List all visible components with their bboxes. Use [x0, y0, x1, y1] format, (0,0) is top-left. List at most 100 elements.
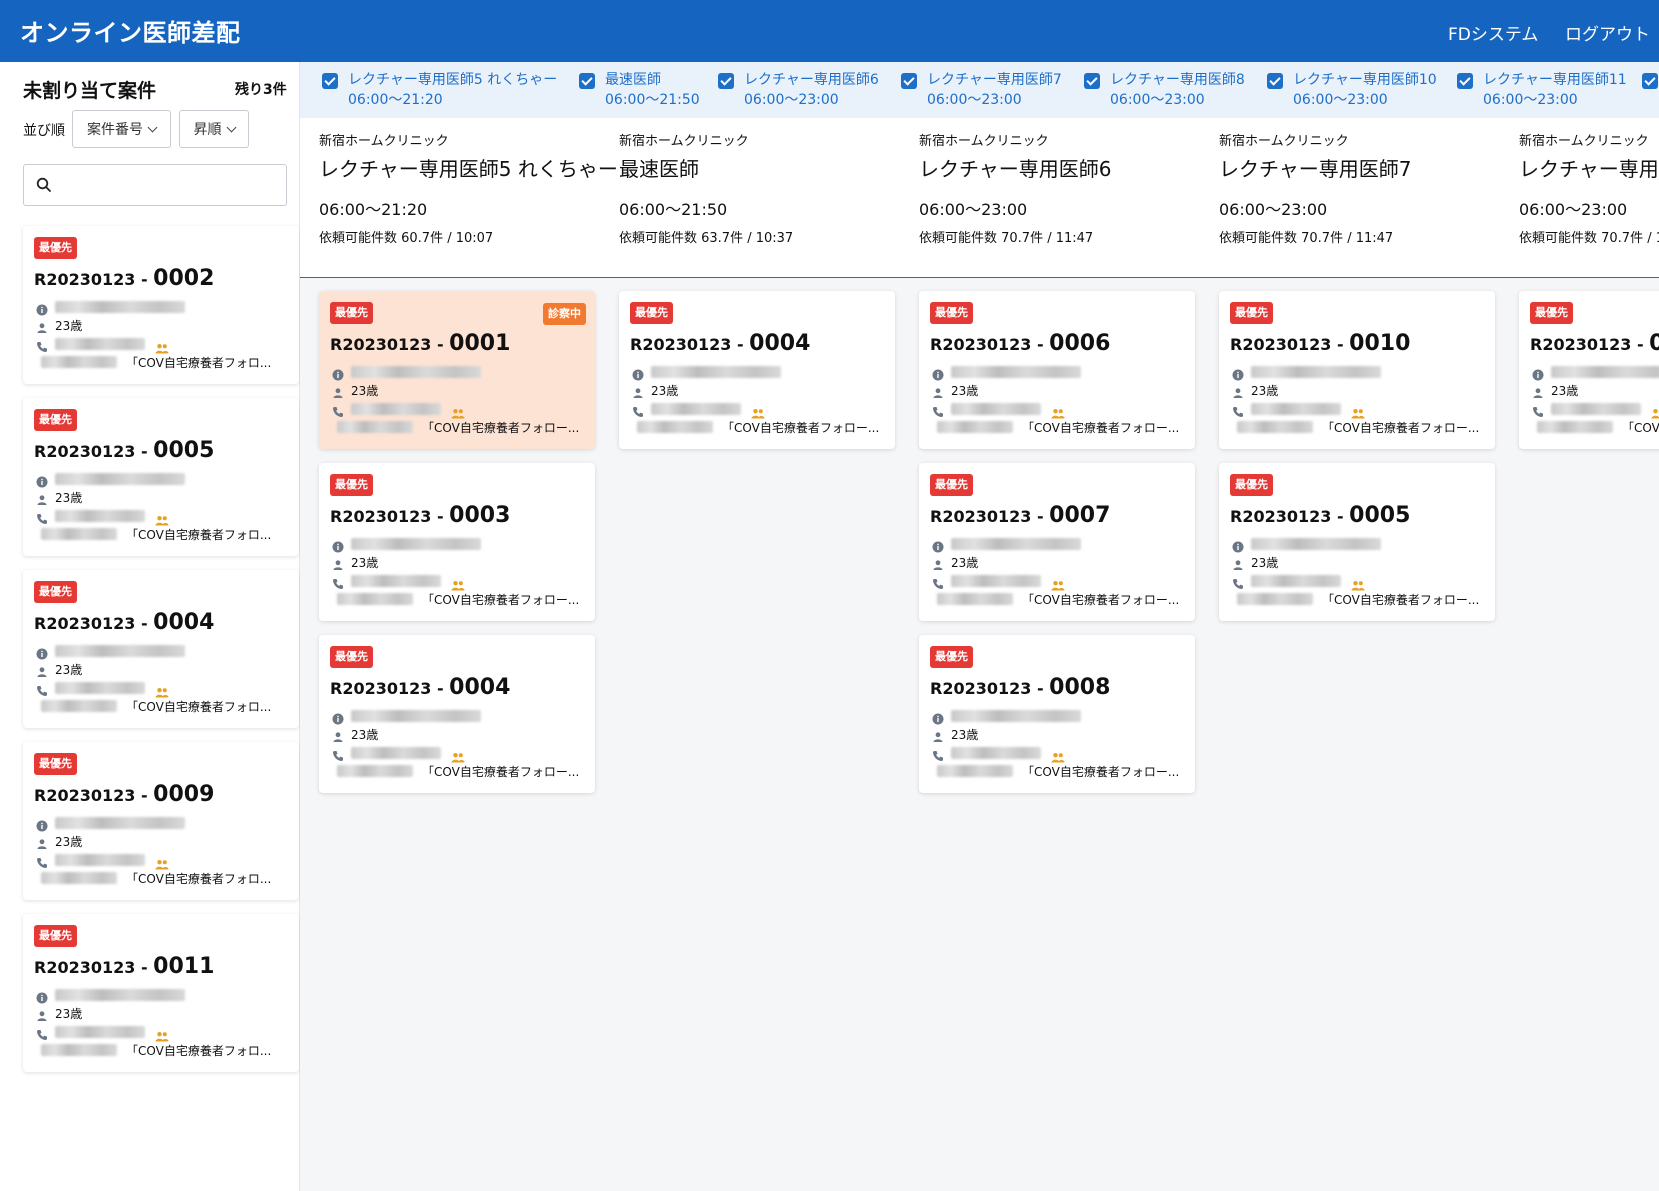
case-note: 「COV自宅療養者フォロー... [722, 421, 880, 435]
case-card[interactable]: 最優先 R20230123 - 0011 23歳 「COV自宅療養者フォロ... [23, 914, 299, 1072]
case-card[interactable]: 最優先 R20230123 - 0008 23歳 「COV自宅療養者フォロー... [919, 635, 1195, 793]
doctor-filter-time: 06:00〜23:00 [1483, 92, 1578, 108]
patient-age: 23歳 [1251, 384, 1279, 398]
person-icon [36, 835, 48, 849]
doctor-filter-label[interactable]: 最速医師 06:00〜21:50 [605, 70, 700, 110]
case-card[interactable]: 最優先 R20230123 - 0009 23歳 「COV自宅療養者フォロ... [23, 742, 299, 900]
redacted-note-prefix [1237, 593, 1313, 605]
phone-icon [332, 575, 344, 589]
case-note: 「COV自宅療養者フォロー... [422, 593, 580, 607]
doctor-filter-time: 06:00〜21:20 [348, 92, 443, 108]
doctor-filter-checkbox[interactable] [1642, 73, 1658, 89]
case-card[interactable]: 最優先 R20230123 - 0010 23歳 「COV自宅療養者フォロー... [1219, 291, 1495, 449]
case-number-prefix: R20230123 - [34, 614, 154, 633]
case-note: 「COV自宅療養者フォロ... [126, 1044, 272, 1058]
doctor-filter-checkbox[interactable] [901, 73, 917, 89]
case-number-prefix: R20230123 - [34, 270, 154, 289]
doctor-hours: 06:00〜21:50 [619, 200, 728, 219]
case-card[interactable]: 最優先 R20230123 - 0006 23歳 「COV自宅療養者フォロー... [919, 291, 1195, 449]
group-icon [751, 404, 765, 419]
redacted-note-prefix [337, 593, 413, 605]
case-number-suffix: 0004 [749, 331, 811, 356]
case-card[interactable]: 最優先 R20230123 - 0004 23歳 「COV自宅療養者フォロー... [319, 635, 595, 793]
doctor-filter-label[interactable]: レクチャー専用医師11 06:00〜23:00 [1483, 70, 1627, 110]
doctor-filter-checkbox[interactable] [579, 73, 595, 89]
doctor-clinic: 新宿ホームクリニック [1219, 134, 1349, 149]
info-icon [332, 710, 344, 725]
logout-link[interactable]: ログアウト [1565, 20, 1650, 45]
case-number-suffix: 0004 [153, 610, 215, 635]
search-input[interactable] [60, 173, 280, 197]
redacted-phone [951, 747, 1041, 759]
fd-system-link[interactable]: FDシステム [1448, 20, 1538, 45]
case-number-prefix: R20230123 - [630, 335, 750, 354]
case-note: 「COV自宅療養者フォロ... [126, 700, 272, 714]
phone-icon [1232, 575, 1244, 589]
case-number-suffix: 0005 [1349, 503, 1411, 528]
redacted-note-prefix [337, 765, 413, 777]
doctor-filter-checkbox[interactable] [1084, 73, 1100, 89]
doctor-filter-label[interactable]: レクチャー専用医師8 06:00〜23:00 [1110, 70, 1245, 110]
priority-badge: 最優先 [330, 646, 373, 668]
group-icon [155, 855, 169, 870]
case-number-suffix: 0002 [153, 266, 215, 291]
case-number: R20230123 - 0004 [330, 675, 510, 700]
redacted-phone [351, 747, 441, 759]
case-note: 「COV自宅療養者フォロ... [126, 356, 272, 370]
doctor-clinic: 新宿ホームクリニック [319, 134, 449, 149]
case-number: R20230123 - 0001 [330, 331, 510, 356]
phone-icon [332, 403, 344, 417]
phone-icon [632, 403, 644, 417]
case-number: R20230123 - 0005 [34, 438, 214, 463]
doctor-clinic: 新宿ホームクリニック [919, 134, 1049, 149]
redacted-phone [951, 403, 1041, 415]
case-card[interactable]: 最優先 R20230123 - 0005 23歳 「COV自宅療養者フォロー... [1219, 463, 1495, 621]
info-icon [36, 817, 48, 832]
doctor-filter-label[interactable]: レクチャー専用医師7 06:00〜23:00 [927, 70, 1062, 110]
doctor-name: レクチャー専用医師6 [919, 157, 1112, 181]
doctor-capacity: 依頼可能件数 70.7件 / 11:47 [1219, 231, 1394, 246]
info-icon [932, 366, 944, 381]
redacted-patient-id [55, 645, 185, 657]
case-card[interactable]: 最優先 R20230123 - 0012 23歳「COV自宅療養者フォロー... [1519, 291, 1659, 449]
case-number-suffix: 0008 [1049, 675, 1111, 700]
case-number-suffix: 0012 [1649, 331, 1659, 356]
case-number-suffix: 0003 [449, 503, 511, 528]
doctor-filter-checkbox[interactable] [322, 73, 338, 89]
chevron-down-icon [226, 122, 236, 132]
doctor-filter-label[interactable]: レクチャー専用医師6 06:00〜23:00 [744, 70, 879, 110]
doctor-filter-label[interactable]: レクチャー専用医師10 06:00〜23:00 [1293, 70, 1437, 110]
doctor-filter-checkbox[interactable] [1457, 73, 1473, 89]
info-icon [932, 538, 944, 553]
phone-icon [1232, 403, 1244, 417]
case-card[interactable]: 最優先 R20230123 - 0002 23歳 「COV自宅療養者フォロ... [23, 226, 299, 384]
patient-age: 23歳 [55, 491, 83, 505]
doctor-filter-name: レクチャー専用医師11 [1483, 72, 1627, 88]
case-card[interactable]: 最優先 R20230123 - 0003 23歳 「COV自宅療養者フォロー... [319, 463, 595, 621]
doctor-capacity: 依頼可能件数 60.7件 / 10:07 [319, 231, 494, 246]
case-card[interactable]: 最優先 R20230123 - 0004 23歳 「COV自宅療養者フォロー... [619, 291, 895, 449]
person-icon [932, 728, 944, 742]
person-icon [332, 384, 344, 398]
case-card[interactable]: 最優先 R20230123 - 0005 23歳 「COV自宅療養者フォロ... [23, 398, 299, 556]
priority-badge: 最優先 [1230, 302, 1273, 324]
doctor-filter-checkbox[interactable] [718, 73, 734, 89]
case-card[interactable]: 最優先 診察中 R20230123 - 0001 23歳 「COV自宅療養者フォロー..… [319, 291, 595, 449]
unassigned-sidebar: 未割り当て案件 残り3件 並び順 案件番号 昇順 最優先 R20230123 - … [0, 62, 300, 1191]
status-badge: 診察中 [543, 303, 586, 325]
case-card[interactable]: 最優先 R20230123 - 0004 23歳 「COV自宅療養者フォロ... [23, 570, 299, 728]
case-note: 「COV自宅療養者フォロー... [1022, 421, 1180, 435]
redacted-note-prefix [637, 421, 713, 433]
case-number-prefix: R20230123 - [34, 442, 154, 461]
case-number-prefix: R20230123 - [930, 335, 1050, 354]
doctor-filter-checkbox[interactable] [1267, 73, 1283, 89]
sort-order-select[interactable]: 昇順 [179, 110, 249, 148]
redacted-note-prefix [337, 421, 413, 433]
case-card[interactable]: 最優先 R20230123 - 0007 23歳 「COV自宅療養者フォロー... [919, 463, 1195, 621]
doctor-filter-label[interactable]: レクチャー専用医師5 れくちゃー 06:00〜21:20 [348, 70, 557, 110]
person-icon [36, 1007, 48, 1021]
sort-order-value: 昇順 [193, 122, 222, 138]
person-icon [332, 556, 344, 570]
patient-age: 23歳 [55, 835, 83, 849]
sort-key-select[interactable]: 案件番号 [72, 110, 171, 148]
